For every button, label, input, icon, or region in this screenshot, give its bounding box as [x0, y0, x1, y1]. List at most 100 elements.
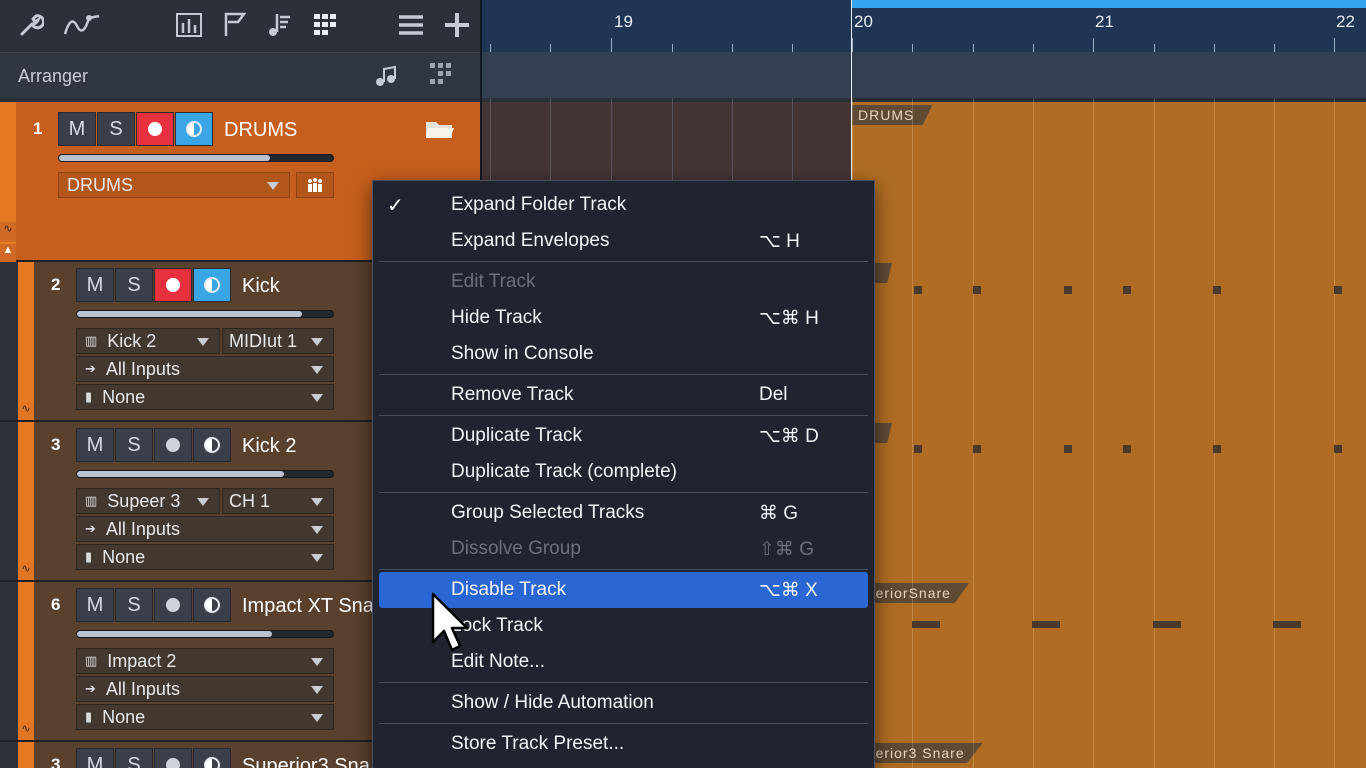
solo-button[interactable]: S	[115, 588, 153, 622]
menu-item-hide-track[interactable]: Hide Track ⌥⌘ H	[379, 300, 868, 336]
output-select[interactable]: ▮ None	[76, 704, 334, 730]
midi-note[interactable]	[1334, 286, 1342, 294]
volume-fader[interactable]	[76, 630, 334, 638]
midi-note[interactable]	[973, 445, 981, 453]
automation-curve-icon[interactable]	[62, 8, 102, 42]
monitor-button[interactable]	[193, 428, 231, 462]
menu-item-group-selected-tracks[interactable]: Group Selected Tracks ⌘ G	[379, 495, 868, 531]
score-notes-icon[interactable]	[262, 8, 296, 42]
midi-note[interactable]	[1273, 621, 1301, 628]
mixer-view-icon[interactable]	[172, 8, 206, 42]
track-name[interactable]: Kick	[242, 275, 280, 298]
midi-note[interactable]	[914, 445, 922, 453]
ruler-tick	[1274, 44, 1275, 52]
input-select[interactable]: ➔ All Inputs	[76, 676, 334, 702]
midi-note[interactable]	[1032, 621, 1060, 628]
midi-note[interactable]	[1213, 286, 1221, 294]
mute-button[interactable]: M	[76, 748, 114, 768]
menu-item-expand-envelopes[interactable]: Expand Envelopes ⌥ H	[379, 223, 868, 259]
output-select[interactable]: ▮ None	[76, 384, 334, 410]
volume-fader[interactable]	[76, 470, 334, 478]
input-arrow-icon: ➔	[85, 681, 96, 696]
solo-button[interactable]: S	[115, 428, 153, 462]
automation-small-icon[interactable]: ∿	[18, 562, 34, 580]
instrument-select[interactable]: ▥ Supeer 3	[76, 488, 220, 514]
add-icon[interactable]	[440, 8, 474, 42]
loop-range[interactable]	[852, 0, 1366, 8]
output-value: None	[102, 706, 146, 727]
menu-item-duplicate-track[interactable]: Duplicate Track ⌥⌘ D	[379, 418, 868, 454]
record-arm-button[interactable]	[154, 428, 192, 462]
midi-note[interactable]	[1123, 286, 1131, 294]
monitor-button[interactable]	[193, 748, 231, 768]
event-kick[interactable]: ck	[852, 260, 1366, 420]
monitor-button[interactable]	[175, 112, 213, 146]
menu-item-store-track-preset[interactable]: Store Track Preset...	[379, 726, 868, 762]
automation-small-icon[interactable]: ∿	[18, 402, 34, 420]
solo-button[interactable]: S	[97, 112, 135, 146]
grid-dots-icon[interactable]	[428, 61, 456, 94]
event-superior-snare[interactable]: uperiorSnare	[852, 580, 1366, 740]
mute-button[interactable]: M	[76, 428, 114, 462]
track-color-strip[interactable]	[18, 742, 34, 768]
output-bars-icon: ▮	[85, 709, 93, 724]
midi-note[interactable]	[1064, 445, 1072, 453]
automation-small-icon[interactable]: ∿	[18, 722, 34, 740]
midi-note[interactable]	[973, 286, 981, 294]
record-arm-button[interactable]	[136, 112, 174, 146]
menu-item-show-in-console[interactable]: Show in Console	[379, 336, 868, 372]
marker-flag-icon[interactable]	[218, 8, 252, 42]
track-color-strip[interactable]	[18, 422, 34, 580]
event-drums[interactable]: DRUMS	[852, 102, 1366, 260]
music-note-icon[interactable]	[374, 65, 396, 92]
channel-select[interactable]: CH 1	[222, 488, 334, 514]
track-color-strip[interactable]	[18, 262, 34, 420]
event-superior3-snare[interactable]: uperior3 Snare	[852, 740, 1366, 768]
solo-button[interactable]: S	[115, 748, 153, 768]
track-name[interactable]: Kick 2	[242, 435, 296, 458]
midi-note[interactable]	[1153, 621, 1181, 628]
monitor-button[interactable]	[193, 588, 231, 622]
record-arm-button[interactable]	[154, 268, 192, 302]
output-select[interactable]: ▮ None	[76, 544, 334, 570]
midi-note[interactable]	[912, 621, 940, 628]
automation-small-icon[interactable]: ∿	[0, 222, 16, 242]
record-arm-button[interactable]	[154, 588, 192, 622]
instrument-select[interactable]: ▥ Kick 2	[76, 328, 220, 354]
midi-note[interactable]	[1213, 445, 1221, 453]
record-arm-button[interactable]	[154, 748, 192, 768]
mute-button[interactable]: M	[76, 268, 114, 302]
solo-button[interactable]: S	[115, 268, 153, 302]
wrench-icon[interactable]	[14, 8, 48, 42]
track-name[interactable]: Superior3 Sna	[242, 755, 370, 768]
volume-fader[interactable]	[58, 154, 334, 162]
input-select[interactable]: ➔ All Inputs	[76, 356, 334, 382]
instrument-select[interactable]: ▥ Impact 2	[76, 648, 334, 674]
group-icon[interactable]	[296, 172, 334, 198]
midi-note[interactable]	[914, 286, 922, 294]
collapse-arrow-icon[interactable]: ▲	[0, 244, 16, 262]
menu-separator	[379, 569, 868, 570]
midi-note[interactable]	[1334, 445, 1342, 453]
timeline-ruler[interactable]: 19 20 21 22	[480, 0, 1366, 98]
track-color-strip[interactable]	[18, 582, 34, 740]
grid-icon[interactable]	[308, 8, 342, 42]
midi-note[interactable]	[1123, 445, 1131, 453]
event-kick-2[interactable]: ck	[852, 420, 1366, 580]
folder-select[interactable]: DRUMS	[58, 172, 290, 198]
folder-icon[interactable]	[424, 118, 456, 145]
menu-item-show-hide-automation[interactable]: Show / Hide Automation	[379, 685, 868, 721]
mute-button[interactable]: M	[58, 112, 96, 146]
menu-item-duplicate-track-complete[interactable]: Duplicate Track (complete)	[379, 454, 868, 490]
mute-button[interactable]: M	[76, 588, 114, 622]
monitor-button[interactable]	[193, 268, 231, 302]
menu-item-expand-folder-track[interactable]: ✓ Expand Folder Track	[379, 187, 868, 223]
track-name[interactable]: DRUMS	[224, 119, 297, 142]
channel-select[interactable]: MIDIut 1	[222, 328, 334, 354]
input-select[interactable]: ➔ All Inputs	[76, 516, 334, 542]
midi-note[interactable]	[1064, 286, 1072, 294]
menu-item-remove-track[interactable]: Remove Track Del	[379, 377, 868, 413]
volume-fader[interactable]	[76, 310, 334, 318]
track-name[interactable]: Impact XT Sna	[242, 595, 374, 618]
list-icon[interactable]	[394, 8, 428, 42]
